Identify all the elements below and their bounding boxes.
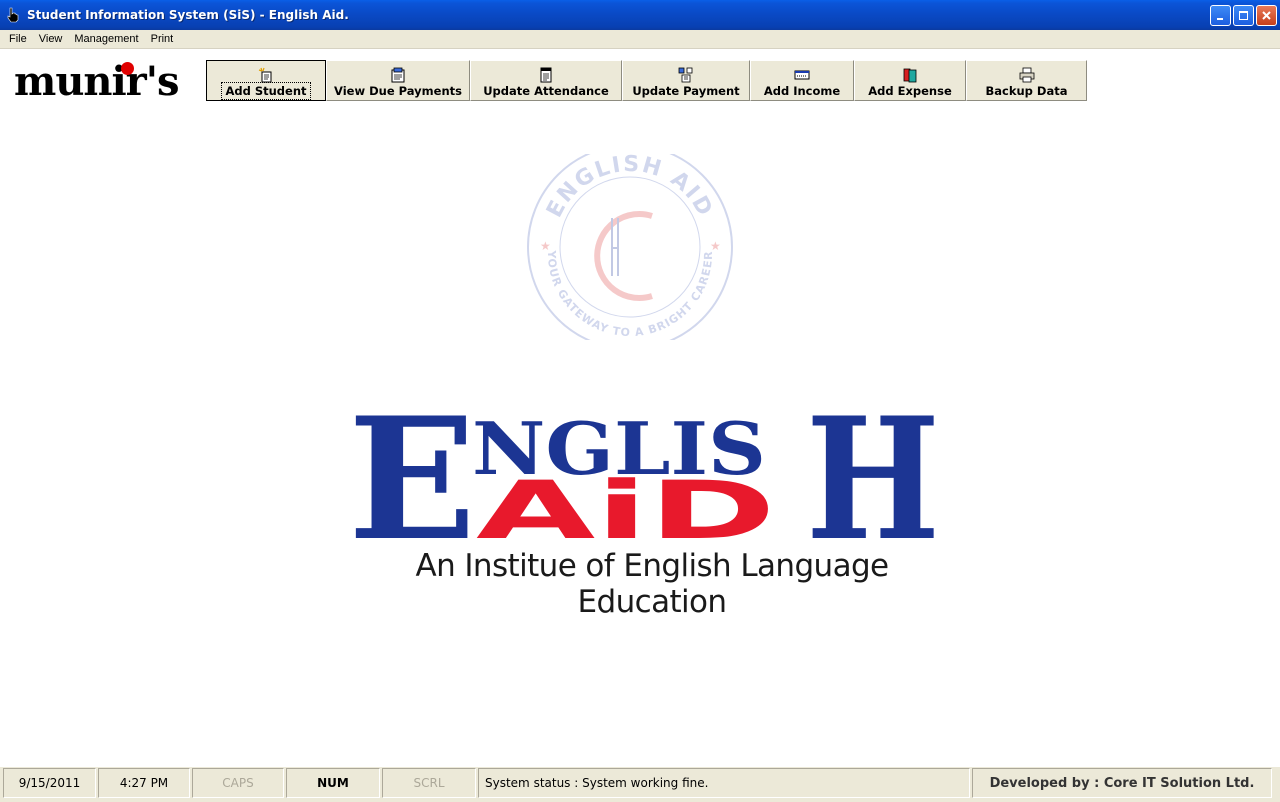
menu-view[interactable]: View — [33, 33, 69, 45]
income-icon — [794, 70, 810, 80]
add-student-label: Add Student — [221, 82, 311, 100]
expense-icon — [903, 68, 917, 83]
status-date: 9/15/2011 — [3, 768, 96, 798]
payment-icon — [678, 67, 693, 83]
window-controls — [1210, 5, 1277, 26]
status-num-indicator: NUM — [286, 768, 380, 798]
logo-aid-text: AiD — [476, 464, 776, 545]
menu-print[interactable]: Print — [145, 33, 180, 45]
title-bar[interactable]: Student Information System (SiS) - Engli… — [0, 0, 1280, 30]
brand-logo-dot — [121, 62, 134, 75]
add-expense-button[interactable]: Add Expense — [854, 60, 966, 101]
view-due-payments-label: View Due Payments — [334, 84, 462, 98]
backup-data-label: Backup Data — [985, 84, 1068, 98]
close-button[interactable] — [1256, 5, 1277, 26]
attendance-icon — [540, 67, 552, 83]
backup-data-button[interactable]: Backup Data — [966, 60, 1087, 101]
seal-star-right-icon: ★ — [710, 239, 721, 253]
add-income-label: Add Income — [763, 84, 841, 98]
menu-bar: File View Management Print — [0, 30, 1280, 49]
due-payments-icon — [391, 67, 405, 83]
minimize-icon — [1217, 18, 1223, 20]
app-hand-icon — [5, 7, 21, 23]
seal-top-text: ENGLISH AID — [542, 154, 718, 222]
status-message: System status : System working fine. — [478, 768, 970, 798]
update-payment-button[interactable]: Update Payment — [622, 60, 750, 101]
close-icon — [1262, 11, 1271, 20]
add-expense-label: Add Expense — [868, 84, 952, 98]
update-attendance-label: Update Attendance — [483, 84, 609, 98]
logo-letter-e: E — [348, 410, 476, 545]
update-attendance-button[interactable]: Update Attendance — [470, 60, 622, 101]
status-credit: Developed by : Core IT Solution Ltd. — [972, 768, 1272, 798]
backup-icon — [1019, 67, 1034, 83]
status-bar: 9/15/2011 4:27 PM CAPS NUM SCRL System s… — [0, 766, 1280, 802]
english-aid-seal-watermark: ENGLISH AID YOUR GATEWAY TO A BRIGHT CAR… — [527, 154, 733, 340]
seal-star-left-icon: ★ — [540, 239, 551, 253]
view-due-payments-button[interactable]: View Due Payments — [326, 60, 470, 101]
update-payment-label: Update Payment — [632, 84, 740, 98]
status-scrl-indicator: SCRL — [382, 768, 476, 798]
logo-tagline: An Institue of English Language Educatio… — [415, 548, 889, 620]
add-student-button[interactable]: Add Student — [206, 60, 326, 101]
menu-management[interactable]: Management — [68, 33, 144, 45]
toolbar: Add Student View Due Payments Update Att… — [206, 60, 1087, 101]
maximize-icon — [1239, 11, 1248, 20]
add-income-button[interactable]: Add Income — [750, 60, 854, 101]
english-aid-logo: E NGLIS H AiD — [348, 410, 940, 545]
add-student-icon — [258, 67, 272, 83]
minimize-button[interactable] — [1210, 5, 1231, 26]
menu-file[interactable]: File — [3, 33, 33, 45]
status-caps-indicator: CAPS — [192, 768, 284, 798]
window-title: Student Information System (SiS) - Engli… — [27, 8, 349, 22]
brand-logo-text: munir's — [14, 58, 180, 105]
logo-letter-h: H — [806, 410, 940, 545]
status-time: 4:27 PM — [98, 768, 190, 798]
brand-logo: munir's — [14, 58, 180, 105]
maximize-button[interactable] — [1233, 5, 1254, 26]
